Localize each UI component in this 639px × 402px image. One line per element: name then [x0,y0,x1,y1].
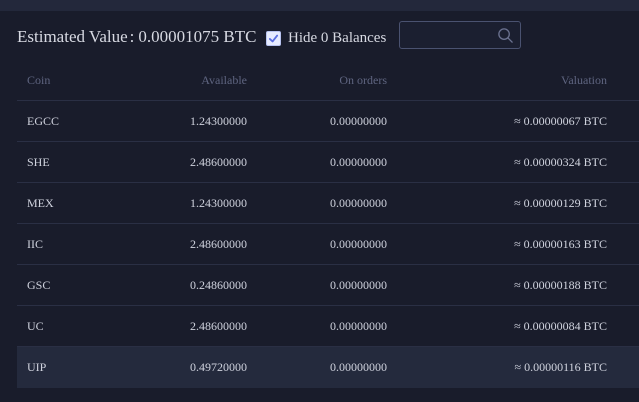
table-row[interactable]: UC 2.48600000 0.00000000 ≈ 0.00000084 BT… [17,306,639,347]
coin-search-box[interactable] [399,21,521,49]
estimated-value-label: Estimated Value [17,27,128,46]
cell-available: 1.24300000 [190,113,247,128]
hide-zero-checkbox[interactable] [266,30,281,46]
cell-valuation: ≈ 0.00000067 BTC [514,113,607,128]
cell-coin: UC [27,318,44,333]
cell-valuation: ≈ 0.00000188 BTC [514,277,607,292]
cell-available: 0.49720000 [190,360,247,374]
checkmark-icon [268,34,279,42]
cell-available: 0.24860000 [190,277,247,292]
cell-available: 2.48600000 [190,236,247,251]
cell-on-orders: 0.00000000 [330,154,387,169]
cell-valuation: ≈ 0.00000324 BTC [514,154,607,169]
cell-on-orders: 0.00000000 [330,360,387,374]
table-row[interactable]: GSC 0.24860000 0.00000000 ≈ 0.00000188 B… [17,265,639,306]
cell-on-orders: 0.00000000 [330,236,387,251]
estimated-value-amount: 0.00001075 BTC [138,27,257,46]
header-coin: Coin [27,72,51,87]
cell-on-orders: 0.00000000 [330,318,387,333]
hide-zero-label: Hide 0 Balances [288,29,387,46]
table-header: Coin Available On orders Valuation [17,60,639,101]
cell-valuation: ≈ 0.00000084 BTC [514,318,607,333]
cell-valuation: ≈ 0.00000129 BTC [514,195,607,210]
hide-zero-balances-toggle[interactable]: Hide 0 Balances [266,29,386,47]
cell-on-orders: 0.00000000 [330,113,387,128]
cell-valuation: ≈ 0.00000163 BTC [514,236,607,251]
header-available: Available [201,72,247,87]
estimated-value-summary: Estimated Value : 0.00001075 BTC [17,22,256,52]
table-row[interactable]: SHE 2.48600000 0.00000000 ≈ 0.00000324 B… [17,142,639,183]
table-row[interactable]: IIC 2.48600000 0.00000000 ≈ 0.00000163 B… [17,224,639,265]
estimated-value-colon: : [129,27,135,46]
cell-coin: SHE [27,154,50,169]
cell-on-orders: 0.00000000 [330,195,387,210]
header-valuation: Valuation [561,72,607,87]
cell-on-orders: 0.00000000 [330,277,387,292]
cell-coin: UIP [27,360,47,374]
coin-search-input[interactable] [406,26,494,44]
cell-coin: GSC [27,277,51,292]
top-strip [0,0,639,11]
header-on-orders: On orders [339,72,387,87]
cell-valuation: ≈ 0.00000116 BTC [514,360,607,374]
search-icon[interactable] [497,27,514,44]
table-row[interactable]: MEX 1.24300000 0.00000000 ≈ 0.00000129 B… [17,183,639,224]
cell-available: 2.48600000 [190,318,247,333]
table-row[interactable]: EGCC 1.24300000 0.00000000 ≈ 0.00000067 … [17,101,639,142]
cell-coin: IIC [27,236,43,251]
cell-coin: EGCC [27,113,60,128]
table-row[interactable]: UIP 0.49720000 0.00000000 ≈ 0.00000116 B… [17,347,639,388]
cell-coin: MEX [27,195,54,210]
cell-available: 1.24300000 [190,195,247,210]
balances-table: Coin Available On orders Valuation EGCC … [17,60,639,388]
cell-available: 2.48600000 [190,154,247,169]
